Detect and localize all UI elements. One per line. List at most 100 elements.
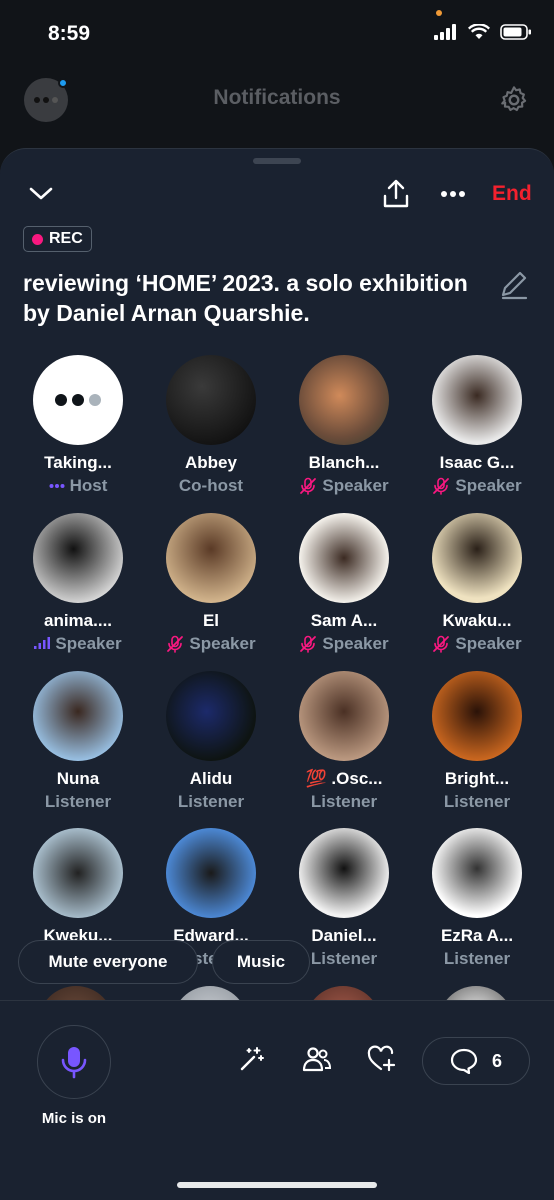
role-label: Speaker: [189, 634, 256, 653]
avatar[interactable]: [166, 828, 256, 918]
role-label: Listener: [310, 792, 378, 811]
chevron-down-icon[interactable]: [28, 184, 54, 204]
avatar[interactable]: [432, 671, 522, 761]
participant-role: Listener: [284, 792, 404, 812]
role-label: Speaker: [455, 476, 522, 495]
sheet-drag-handle[interactable]: [253, 158, 301, 164]
role-label: Listener: [310, 949, 378, 968]
role-label: Host: [69, 476, 108, 495]
avatar[interactable]: [299, 671, 389, 761]
participant-card[interactable]: Nuna Listener: [18, 671, 138, 812]
heart-plus-icon[interactable]: [367, 1045, 397, 1073]
privacy-indicator-dot: [436, 10, 442, 16]
end-space-button[interactable]: End: [492, 182, 532, 206]
gear-icon[interactable]: [498, 84, 530, 116]
participant-card[interactable]: 💯 .Osc... Listener: [284, 671, 404, 812]
participant-role: Host: [18, 476, 138, 496]
role-label: Speaker: [322, 634, 389, 653]
participant-card[interactable]: Blanch... Speaker: [284, 355, 404, 496]
participant-role: Speaker: [284, 476, 404, 496]
participant-name: Alidu: [189, 769, 233, 788]
participant-card[interactable]: Sam A... Speaker: [284, 513, 404, 654]
role-label: Co-host: [178, 476, 244, 495]
edit-pencil-icon[interactable]: [498, 268, 530, 300]
participant-name: anima....: [43, 611, 113, 630]
role-label: Speaker: [455, 634, 522, 653]
participant-name: Bright...: [444, 769, 510, 788]
participant-card[interactable]: Alidu Listener: [151, 671, 271, 812]
role-label: Speaker: [322, 476, 389, 495]
participant-name: Blanch...: [308, 453, 380, 472]
participant-name: Sam A...: [310, 611, 378, 630]
participant-role: Listener: [151, 792, 271, 812]
participant-name: EzRa A...: [440, 926, 514, 945]
participant-card[interactable]: Isaac G... Speaker: [417, 355, 537, 496]
avatar[interactable]: [166, 355, 256, 445]
participant-role: Speaker: [151, 634, 271, 654]
participant-name: Daniel...: [311, 926, 377, 945]
role-label: Listener: [44, 792, 112, 811]
avatar[interactable]: [33, 513, 123, 603]
participant-role: Speaker: [284, 634, 404, 654]
microphone-icon: [61, 1047, 87, 1079]
participant-name: Isaac G...: [439, 453, 515, 472]
status-icons: [434, 24, 532, 40]
participant-card[interactable]: EzRa A... Listener: [417, 828, 537, 969]
avatar[interactable]: [33, 828, 123, 918]
participant-role: Listener: [18, 792, 138, 812]
mute-everyone-button[interactable]: Mute everyone: [18, 940, 198, 984]
host-dots-icon: [49, 484, 65, 488]
recording-badge: REC: [23, 226, 92, 252]
avatar[interactable]: [299, 828, 389, 918]
avatar[interactable]: [432, 828, 522, 918]
mic-muted-icon: [433, 477, 450, 495]
avatar[interactable]: [33, 671, 123, 761]
comment-count: 6: [491, 1050, 502, 1071]
more-options-icon[interactable]: [440, 190, 466, 198]
role-label: Listener: [177, 792, 245, 811]
participant-card[interactable]: El Speaker: [151, 513, 271, 654]
participant-role: Speaker: [417, 476, 537, 496]
page-title: Notifications: [213, 86, 341, 109]
participant-card[interactable]: Bright... Listener: [417, 671, 537, 812]
people-icon[interactable]: [302, 1045, 332, 1073]
audio-level-icon: [34, 637, 51, 649]
participant-name: Taking...: [44, 453, 112, 472]
avatar[interactable]: [299, 513, 389, 603]
participant-role: Speaker: [18, 634, 138, 654]
participant-role: Listener: [417, 949, 537, 969]
effects-wand-icon[interactable]: [238, 1045, 266, 1073]
wifi-icon: [468, 24, 490, 39]
participant-card[interactable]: anima.... Speaker: [18, 513, 138, 654]
space-title: reviewing ‘HOME’ 2023. a solo exhibition…: [23, 270, 468, 326]
rec-label: REC: [49, 230, 83, 247]
role-label: Speaker: [55, 634, 122, 653]
participant-name: Kwaku...: [442, 611, 512, 630]
role-label: Listener: [443, 792, 511, 811]
share-icon[interactable]: [382, 178, 410, 210]
mic-muted-icon: [433, 635, 450, 653]
participant-card[interactable]: Abbey Co-host: [151, 355, 271, 496]
participant-name: 💯 .Osc...: [305, 769, 383, 788]
avatar[interactable]: [166, 513, 256, 603]
speech-bubble-icon: [450, 1048, 478, 1074]
mic-toggle-button[interactable]: [37, 1025, 111, 1099]
home-indicator[interactable]: [177, 1182, 377, 1188]
mic-muted-icon: [167, 635, 184, 653]
avatar[interactable]: [299, 355, 389, 445]
avatar[interactable]: [432, 513, 522, 603]
participant-role: Speaker: [417, 634, 537, 654]
role-label: Listener: [443, 949, 511, 968]
avatar[interactable]: [166, 671, 256, 761]
mic-muted-icon: [300, 477, 317, 495]
mic-status-label: Mic is on: [41, 1110, 107, 1127]
participant-card[interactable]: Taking... Host: [18, 355, 138, 496]
comments-button[interactable]: 6: [422, 1037, 530, 1085]
avatar[interactable]: [33, 355, 123, 445]
participant-card[interactable]: Kwaku... Speaker: [417, 513, 537, 654]
participant-name: Nuna: [56, 769, 100, 788]
avatar[interactable]: [432, 355, 522, 445]
music-button[interactable]: Music: [212, 940, 310, 984]
record-dot-icon: [32, 233, 43, 245]
participant-name: El: [202, 611, 220, 630]
